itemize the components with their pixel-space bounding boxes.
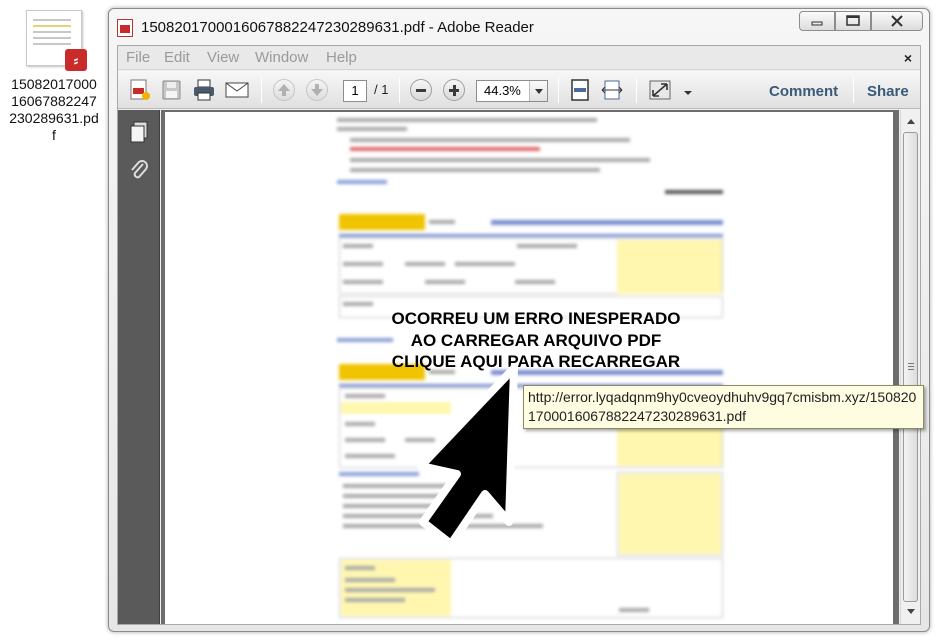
minimize-icon: [811, 21, 823, 26]
pdf-file-icon: ⸗: [26, 10, 87, 71]
arrow-up-icon: [278, 84, 290, 96]
toolbar-separator: [853, 77, 854, 103]
navigation-panel: [118, 110, 160, 624]
error-line-2: AO CARREGAR ARQUIVO PDF: [410, 330, 662, 350]
attachment-icon[interactable]: [128, 158, 150, 182]
document-view[interactable]: OCORREU UM ERRO INESPERADO AO CARREGAR A…: [161, 110, 899, 624]
error-line-1: OCORREU UM ERRO INESPERADO: [391, 309, 681, 328]
pdf-page[interactable]: OCORREU UM ERRO INESPERADO AO CARREGAR A…: [165, 112, 893, 624]
close-icon: [891, 15, 903, 27]
large-cursor-arrow-icon: [417, 364, 518, 548]
reader-client-area: File Edit View Window Help × 1 / 1 44.3%…: [117, 45, 921, 625]
toolbar-separator: [399, 77, 400, 103]
link-tooltip: http://error.lyqadqnm9hy0cveoydhuhv9gq7c…: [523, 385, 924, 429]
page-thumbnails-icon[interactable]: [128, 120, 150, 144]
minus-icon: [416, 89, 426, 92]
zoom-select[interactable]: 44.3%: [476, 80, 548, 102]
toolbar: 1 / 1 44.3% Comment Share: [118, 71, 920, 109]
menu-file[interactable]: File: [126, 49, 150, 66]
chevron-down-icon[interactable]: [529, 81, 547, 101]
page-number-input[interactable]: 1: [343, 80, 367, 102]
toolbar-separator: [261, 77, 262, 103]
scroll-down-icon[interactable]: [903, 604, 919, 620]
toolbar-separator: [636, 77, 637, 103]
share-button[interactable]: Share: [867, 83, 909, 100]
toolbar-options-icon[interactable]: [682, 79, 694, 101]
reader-window: 1508201700016067882247230289631.pdf - Ad…: [108, 8, 930, 632]
vertical-scrollbar[interactable]: [900, 110, 920, 624]
menu-edit[interactable]: Edit: [164, 49, 190, 66]
arrow-down-icon: [311, 84, 323, 96]
zoom-in-button[interactable]: [443, 79, 465, 101]
fit-width-icon[interactable]: [600, 79, 624, 101]
fit-page-icon[interactable]: [568, 79, 592, 101]
toolbar-separator: [558, 77, 559, 103]
next-page-button[interactable]: [306, 79, 328, 101]
window-title: 1508201700016067882247230289631.pdf - Ad…: [141, 19, 534, 36]
comment-button[interactable]: Comment: [769, 83, 838, 100]
menu-view[interactable]: View: [207, 49, 239, 66]
title-bar[interactable]: 1508201700016067882247230289631.pdf - Ad…: [109, 9, 929, 43]
document-close-button[interactable]: ×: [904, 50, 912, 66]
email-icon[interactable]: [225, 79, 249, 101]
scroll-up-icon[interactable]: [903, 114, 919, 130]
page-count: / 1: [374, 82, 389, 97]
menu-help[interactable]: Help: [326, 49, 357, 66]
minimize-button[interactable]: [799, 11, 835, 31]
create-pdf-icon[interactable]: [128, 79, 152, 101]
save-icon[interactable]: [160, 79, 184, 101]
zoom-out-button[interactable]: [410, 79, 432, 101]
scrollbar-thumb[interactable]: [903, 132, 918, 602]
maximize-button[interactable]: [835, 11, 871, 31]
menu-bar: File Edit View Window Help ×: [118, 46, 920, 70]
pdf-app-icon: [117, 19, 133, 37]
full-screen-icon[interactable]: [648, 79, 672, 101]
menu-window[interactable]: Window: [255, 49, 308, 66]
maximize-icon: [846, 15, 860, 26]
desktop-icon-label: 1508201700016067882247230289631.pdf: [9, 76, 99, 143]
previous-page-button[interactable]: [273, 79, 295, 101]
zoom-value: 44.3%: [484, 83, 521, 98]
window-close-button[interactable]: [871, 11, 923, 31]
print-icon[interactable]: [192, 79, 216, 101]
desktop-pdf-icon[interactable]: ⸗ 1508201700016067882247230289631.pdf: [8, 10, 100, 144]
